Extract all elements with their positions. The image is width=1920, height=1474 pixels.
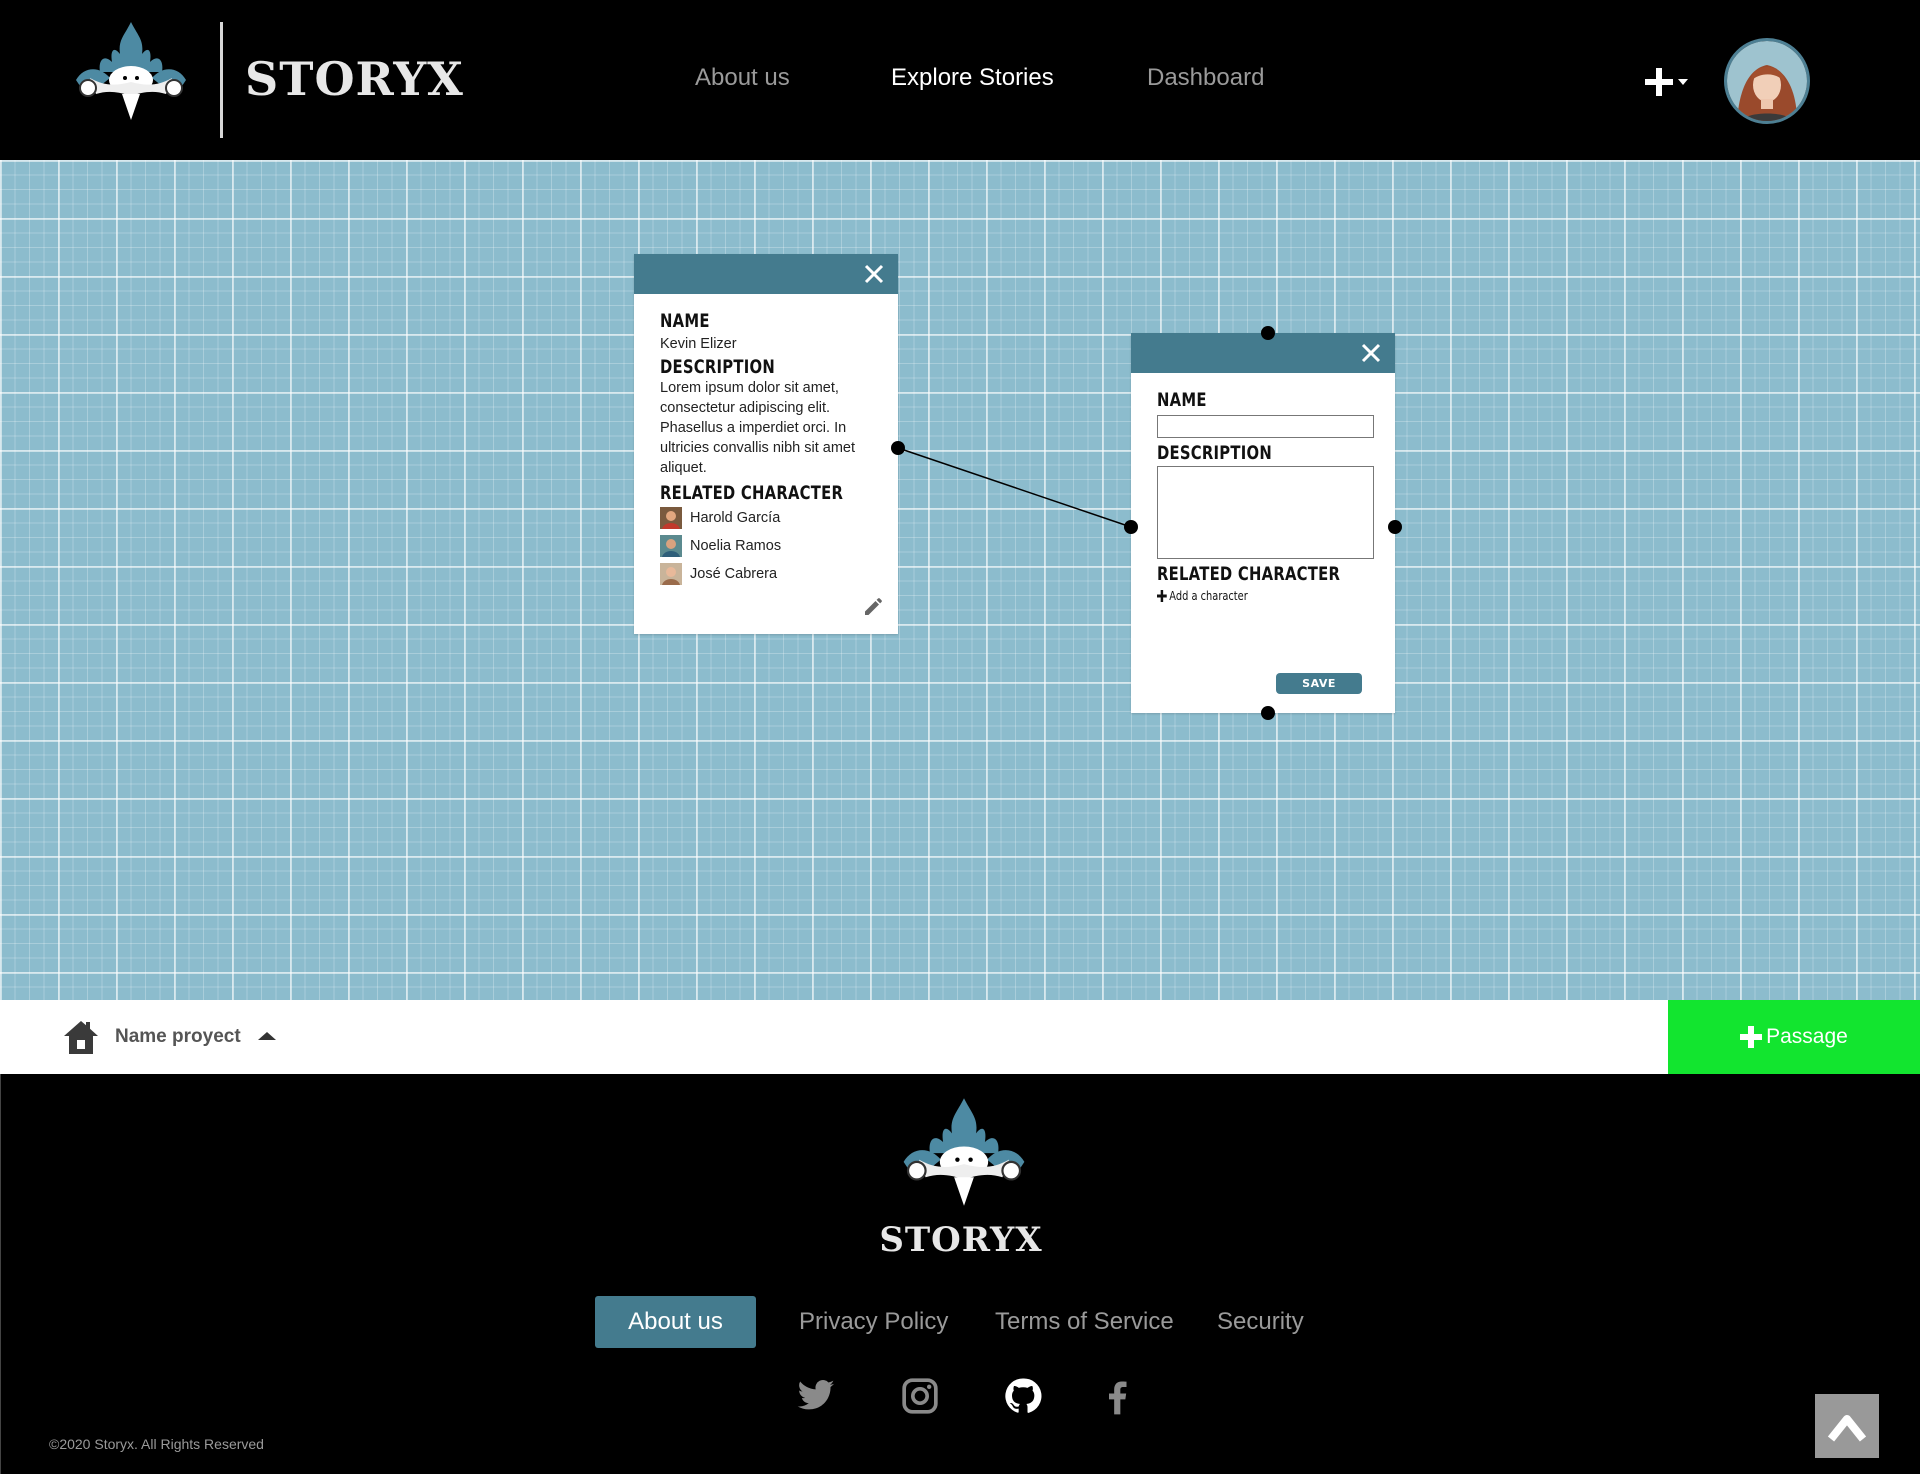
nav-dashboard[interactable]: Dashboard: [1147, 64, 1264, 92]
copyright-text: ©2020 Storyx. All Rights Reserved: [49, 1436, 264, 1452]
card-header[interactable]: [634, 254, 898, 294]
related-character-item[interactable]: Harold García: [660, 504, 872, 532]
plus-icon: [1157, 590, 1167, 602]
related-character-name: Noelia Ramos: [690, 538, 782, 554]
new-character-card[interactable]: NAME DESCRIPTION RELATED CHARACTER Add a…: [1131, 333, 1395, 713]
name-value: Kevin Elizer: [660, 336, 737, 352]
character-thumbnail: [660, 535, 682, 557]
description-textarea[interactable]: [1157, 466, 1374, 559]
top-header: STORYX About us Explore Stories Dashboar…: [0, 0, 1920, 160]
twitter-icon[interactable]: [796, 1376, 836, 1416]
close-icon[interactable]: [862, 262, 886, 286]
footer-link-terms-of-service[interactable]: Terms of Service: [995, 1296, 1174, 1348]
home-icon[interactable]: [62, 1018, 100, 1056]
scroll-to-top-button[interactable]: [1815, 1394, 1879, 1458]
plus-icon: [1645, 68, 1673, 96]
storyx-logo-icon[interactable]: [70, 20, 192, 122]
name-label: NAME: [1157, 389, 1207, 411]
description-value: Lorem ipsum dolor sit amet, consectetur …: [660, 380, 856, 476]
related-character-name: José Cabrera: [690, 566, 778, 582]
footer-link-privacy-policy[interactable]: Privacy Policy: [799, 1296, 948, 1348]
save-button[interactable]: SAVE: [1276, 673, 1362, 694]
footer: STORYX About us Privacy Policy Terms of …: [0, 1074, 1920, 1474]
github-icon[interactable]: [1003, 1376, 1043, 1416]
add-character-button[interactable]: Add a character: [1157, 589, 1331, 603]
project-bar: Name proyect Passage: [0, 1000, 1920, 1074]
name-label: NAME: [660, 310, 710, 332]
add-menu-button[interactable]: [1642, 62, 1692, 102]
connection-handle-right[interactable]: [891, 441, 905, 455]
related-character-item[interactable]: Noelia Ramos: [660, 532, 872, 560]
instagram-icon[interactable]: [900, 1376, 940, 1416]
connection-handle-right[interactable]: [1388, 520, 1402, 534]
chevron-up-icon: [1827, 1415, 1867, 1442]
caret-up-icon[interactable]: [256, 1028, 278, 1044]
character-thumbnail: [660, 563, 682, 585]
footer-brand: STORYX: [879, 1220, 1043, 1260]
brand-name[interactable]: STORYX: [245, 52, 464, 106]
plus-icon: [1740, 1026, 1763, 1048]
card-header[interactable]: [1131, 333, 1395, 373]
story-canvas[interactable]: NAME Kevin Elizer DESCRIPTION Lorem ipsu…: [0, 160, 1920, 1000]
related-character-item[interactable]: José Cabrera: [660, 560, 872, 588]
add-passage-button[interactable]: Passage: [1668, 1000, 1920, 1074]
description-label: DESCRIPTION: [1157, 442, 1272, 464]
passage-label: Passage: [1766, 1025, 1848, 1048]
logo-divider: [220, 22, 223, 138]
connection-handle-top[interactable]: [1261, 326, 1275, 340]
connection-handle-bottom[interactable]: [1261, 706, 1275, 720]
user-avatar[interactable]: [1724, 38, 1810, 124]
related-character-name: Harold García: [690, 510, 781, 526]
description-label: DESCRIPTION: [660, 356, 775, 378]
nav-about-us[interactable]: About us: [695, 64, 790, 92]
footer-link-security[interactable]: Security: [1217, 1296, 1304, 1348]
storyx-logo-icon: [903, 1098, 1025, 1206]
character-card[interactable]: NAME Kevin Elizer DESCRIPTION Lorem ipsu…: [634, 254, 898, 634]
connections-layer: [897, 447, 1132, 528]
facebook-icon[interactable]: [1097, 1376, 1137, 1416]
caret-down-icon: [1678, 79, 1688, 85]
close-icon[interactable]: [1359, 341, 1383, 365]
nav-explore-stories[interactable]: Explore Stories: [891, 64, 1054, 92]
connection-handle-left[interactable]: [1124, 520, 1138, 534]
name-input[interactable]: [1157, 415, 1374, 438]
project-name[interactable]: Name proyect: [115, 1026, 241, 1048]
related-label: RELATED CHARACTER: [660, 482, 844, 504]
connection-line: [897, 447, 1132, 528]
related-label: RELATED CHARACTER: [1157, 563, 1341, 585]
add-character-label: Add a character: [1169, 589, 1248, 603]
character-thumbnail: [660, 507, 682, 529]
footer-link-about-us[interactable]: About us: [595, 1296, 756, 1348]
pencil-icon[interactable]: [862, 594, 886, 618]
